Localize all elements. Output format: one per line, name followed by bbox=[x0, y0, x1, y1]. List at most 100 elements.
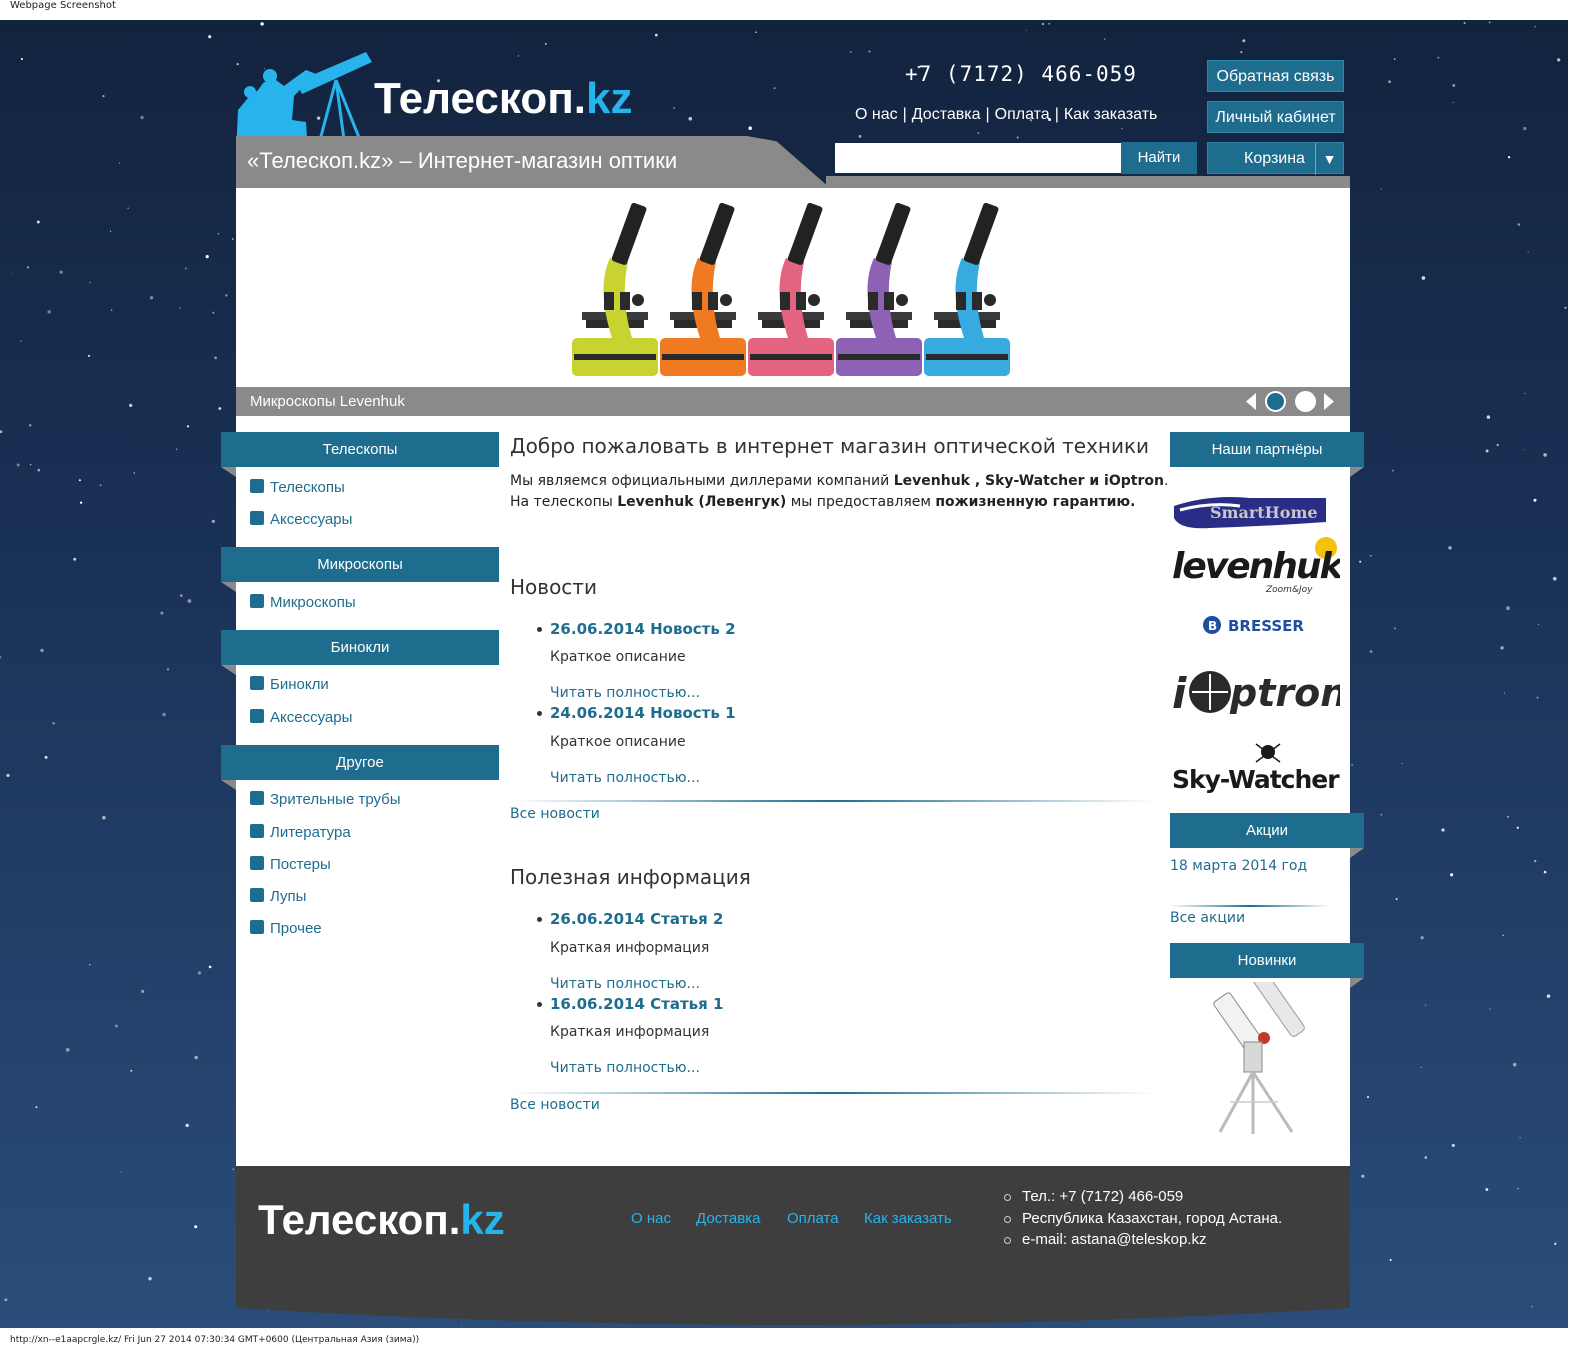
star bbox=[78, 479, 81, 482]
partner-bresser-logo[interactable]: B BRESSER bbox=[1170, 612, 1340, 645]
partner-smarthome-logo[interactable]: SmartHome bbox=[1170, 492, 1330, 537]
slider-dot-2[interactable] bbox=[1295, 391, 1316, 412]
nav-payment[interactable]: Оплата bbox=[995, 106, 1050, 123]
ribbon-fold bbox=[221, 467, 236, 477]
article-read-more[interactable]: Читать полностью... bbox=[550, 976, 700, 992]
all-news-link[interactable]: Все новости bbox=[510, 806, 600, 822]
star bbox=[186, 425, 190, 428]
menu-item-spotting-scopes[interactable]: Зрительные трубы bbox=[250, 791, 401, 808]
menu-item-telescope-accessories[interactable]: Аксессуары bbox=[250, 511, 352, 528]
cart-dropdown-icon[interactable]: ▼ bbox=[1315, 143, 1343, 175]
news-read-more[interactable]: Читать полностью... bbox=[550, 685, 700, 701]
menu-item-literature[interactable]: Литература bbox=[250, 824, 351, 841]
star bbox=[0, 430, 3, 434]
footer-nav-how-to-order[interactable]: Как заказать bbox=[864, 1210, 952, 1227]
star bbox=[1552, 576, 1557, 581]
news-heading: Новости bbox=[510, 575, 597, 599]
smarthome-logo-icon: SmartHome bbox=[1174, 497, 1326, 529]
star bbox=[133, 472, 135, 474]
header-phone: +7 (7172) 466-059 bbox=[905, 62, 1137, 86]
svg-text:Sky-Watcher: Sky-Watcher bbox=[1172, 765, 1340, 794]
partner-ioptron-logo[interactable]: i ptron bbox=[1170, 662, 1347, 725]
star bbox=[1527, 251, 1529, 254]
new-telescope-image[interactable] bbox=[1200, 964, 1310, 1143]
footer-nav-payment[interactable]: Оплата bbox=[787, 1210, 839, 1227]
cart-button[interactable]: Корзина ▼ bbox=[1207, 142, 1344, 175]
nav-delivery[interactable]: Доставка bbox=[912, 106, 981, 123]
menu-item-misc[interactable]: Прочее bbox=[250, 920, 322, 937]
partner-skywatcher-logo[interactable]: Sky-Watcher bbox=[1170, 740, 1341, 801]
partner-levenhuk-logo[interactable]: levenhuk Zoom&Joy bbox=[1170, 534, 1348, 601]
menu-header-other[interactable]: Другое bbox=[221, 745, 499, 780]
star bbox=[858, 135, 862, 138]
star bbox=[20, 340, 22, 342]
news-read-more[interactable]: Читать полностью... bbox=[550, 770, 700, 786]
star bbox=[127, 207, 129, 209]
skywatcher-logo-icon: Sky-Watcher bbox=[1172, 743, 1341, 794]
bresser-logo-icon: B BRESSER bbox=[1203, 616, 1304, 635]
menu-header-binoculars[interactable]: Бинокли bbox=[221, 630, 499, 665]
footer-logo[interactable]: Телескоп.kz bbox=[258, 1196, 505, 1244]
star bbox=[118, 162, 121, 165]
star bbox=[1370, 555, 1372, 557]
banner-slider: Микроскопы Levenhuk bbox=[236, 188, 1350, 416]
search-button[interactable]: Найти bbox=[1121, 142, 1197, 174]
news-item-title[interactable]: 26.06.2014 Новость 2 bbox=[550, 620, 736, 638]
star bbox=[44, 755, 48, 759]
star bbox=[1380, 814, 1383, 816]
bullet-icon bbox=[1004, 1237, 1011, 1244]
star bbox=[59, 270, 63, 274]
slider-dot-1[interactable] bbox=[1265, 391, 1286, 412]
star bbox=[1121, 128, 1123, 130]
all-promos-link[interactable]: Все акции bbox=[1170, 910, 1245, 926]
promo-item[interactable]: 18 марта 2014 год bbox=[1170, 858, 1307, 874]
star bbox=[47, 310, 51, 314]
star bbox=[87, 354, 91, 358]
footer-nav-delivery[interactable]: Доставка bbox=[696, 1210, 760, 1227]
star bbox=[1351, 763, 1354, 766]
article-item-title[interactable]: 16.06.2014 Статья 1 bbox=[550, 995, 723, 1013]
nav-how-to-order[interactable]: Как заказать bbox=[1064, 106, 1158, 123]
menu-header-microscopes[interactable]: Микроскопы bbox=[221, 547, 499, 582]
feedback-button[interactable]: Обратная связь bbox=[1207, 60, 1344, 92]
article-read-more[interactable]: Читать полностью... bbox=[550, 1060, 700, 1076]
star bbox=[208, 965, 212, 969]
footer-curve bbox=[236, 1302, 1350, 1325]
news-item-title[interactable]: 24.06.2014 Новость 1 bbox=[550, 704, 736, 722]
star bbox=[218, 407, 222, 410]
menu-item-magnifiers[interactable]: Лупы bbox=[250, 888, 306, 905]
star bbox=[16, 463, 20, 467]
news-item-desc: Краткое описание bbox=[550, 734, 686, 750]
account-button[interactable]: Личный кабинет bbox=[1207, 101, 1344, 133]
footer-email[interactable]: e-mail: astana@teleskop.kz bbox=[1004, 1231, 1206, 1248]
star bbox=[1500, 646, 1504, 650]
menu-item-telescopes[interactable]: Телескопы bbox=[250, 479, 345, 496]
microscopes-image bbox=[572, 202, 1010, 376]
menu-item-posters[interactable]: Постеры bbox=[250, 856, 331, 873]
menu-item-binocular-accessories[interactable]: Аксессуары bbox=[250, 709, 352, 726]
star bbox=[1543, 453, 1547, 457]
star bbox=[180, 594, 183, 597]
star bbox=[40, 648, 44, 653]
menu-item-microscopes[interactable]: Микроскопы bbox=[250, 594, 356, 611]
star bbox=[1512, 1062, 1517, 1067]
star bbox=[1486, 415, 1491, 419]
menu-header-telescopes[interactable]: Телескопы bbox=[221, 432, 499, 467]
slider-caption-bar: Микроскопы Levenhuk bbox=[236, 387, 1350, 416]
bullet-icon bbox=[1004, 1216, 1011, 1223]
star bbox=[1424, 1156, 1428, 1159]
menu-item-binoculars[interactable]: Бинокли bbox=[250, 676, 329, 693]
nav-about[interactable]: О нас bbox=[855, 106, 898, 123]
star bbox=[79, 501, 83, 504]
tagline-bar: «Телескоп.kz» – Интернет-магазин оптики bbox=[236, 136, 830, 188]
list-bullet bbox=[537, 1002, 542, 1007]
slider-prev-icon[interactable] bbox=[1246, 393, 1256, 410]
star bbox=[89, 281, 91, 284]
star bbox=[73, 557, 77, 561]
article-item-title[interactable]: 26.06.2014 Статья 2 bbox=[550, 910, 723, 928]
footer-nav-about[interactable]: О нас bbox=[631, 1210, 671, 1227]
intro-text: Мы являемся официальными диллерами компа… bbox=[510, 473, 1169, 510]
slider-next-icon[interactable] bbox=[1324, 393, 1334, 410]
search-input[interactable] bbox=[835, 143, 1121, 173]
all-articles-link[interactable]: Все новости bbox=[510, 1097, 600, 1113]
